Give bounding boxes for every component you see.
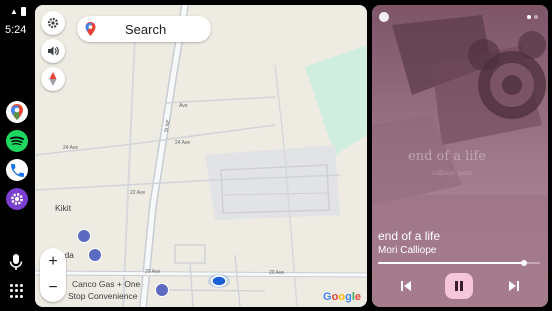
road-label: 20 Ave [269,270,285,276]
clock: 5:24 [5,24,27,36]
spotify-icon [10,136,24,146]
spotify-app-button[interactable] [6,130,28,152]
signal-icon: ▲ [10,7,18,16]
progress-knob[interactable] [520,260,527,266]
progress-bar[interactable] [378,260,540,266]
maps-app-button[interactable] [6,101,28,123]
microphone-icon [9,254,23,270]
maps-pin-icon [85,22,96,36]
map-settings-button[interactable] [41,11,65,35]
volume-icon [48,46,59,56]
album-art-subtitle: calliope mori [432,170,472,177]
map-canvas [35,5,367,307]
next-track-button[interactable] [500,273,528,299]
map-view[interactable]: Ave St NE 24 Ave 24 Ave 22 Ave 20 Ave 20… [35,5,367,307]
place-pin-icon[interactable] [77,229,91,243]
road-label: 20 Ave [145,269,161,275]
maps-icon [11,104,23,120]
app-rail: ▲ 5:24 [0,0,34,311]
road-label: 24 Ave [63,145,79,151]
gear-icon [47,17,59,29]
skip-next-icon [509,281,519,291]
album-art-title: end of a life [408,149,486,164]
place-label: Stop Convenience [68,291,138,301]
search-box[interactable]: Search [77,16,211,42]
road-label: 24 Ave [175,140,191,146]
zoom-in-button[interactable]: + [40,249,66,275]
road-label: Ave [179,103,188,109]
media-card[interactable]: end of a life calliope mori end of a lif… [372,5,548,307]
google-logo: Google [323,291,361,303]
spotify-badge-icon [379,12,389,22]
song-title: end of a life [378,229,441,243]
skip-previous-icon [401,281,411,291]
settings-app-button[interactable] [6,188,28,210]
previous-track-button[interactable] [392,273,420,299]
pause-icon [455,281,463,291]
voice-guidance-button[interactable] [41,39,65,63]
battery-icon [21,7,26,16]
road-label: 22 Ave [130,190,146,196]
page-dot [534,15,538,19]
compass-icon [49,72,57,86]
voice-assistant-button[interactable] [9,253,23,276]
gas-station-pin-icon[interactable] [155,283,169,297]
search-label: Search [125,22,167,37]
compass-button[interactable] [41,67,65,91]
gas-station-pin-icon[interactable] [88,248,102,262]
page-indicator [527,15,538,19]
zoom-out-button[interactable]: − [40,275,66,301]
app-launcher-button[interactable] [10,284,24,298]
place-label: Kikit [55,203,72,213]
settings-icon [11,193,23,205]
status-bar: ▲ 5:24 [4,4,32,36]
pause-button[interactable] [445,273,473,299]
phone-icon [10,163,24,177]
google-attribution: Google [323,291,361,303]
phone-app-button[interactable] [6,159,28,181]
artist-name: Mori Calliope [378,245,437,256]
zoom-controls: + − [40,248,66,302]
page-dot-active [527,15,531,19]
current-location-icon [208,274,230,288]
progress-fill [378,262,524,264]
place-label: Canco Gas + One [72,279,141,289]
